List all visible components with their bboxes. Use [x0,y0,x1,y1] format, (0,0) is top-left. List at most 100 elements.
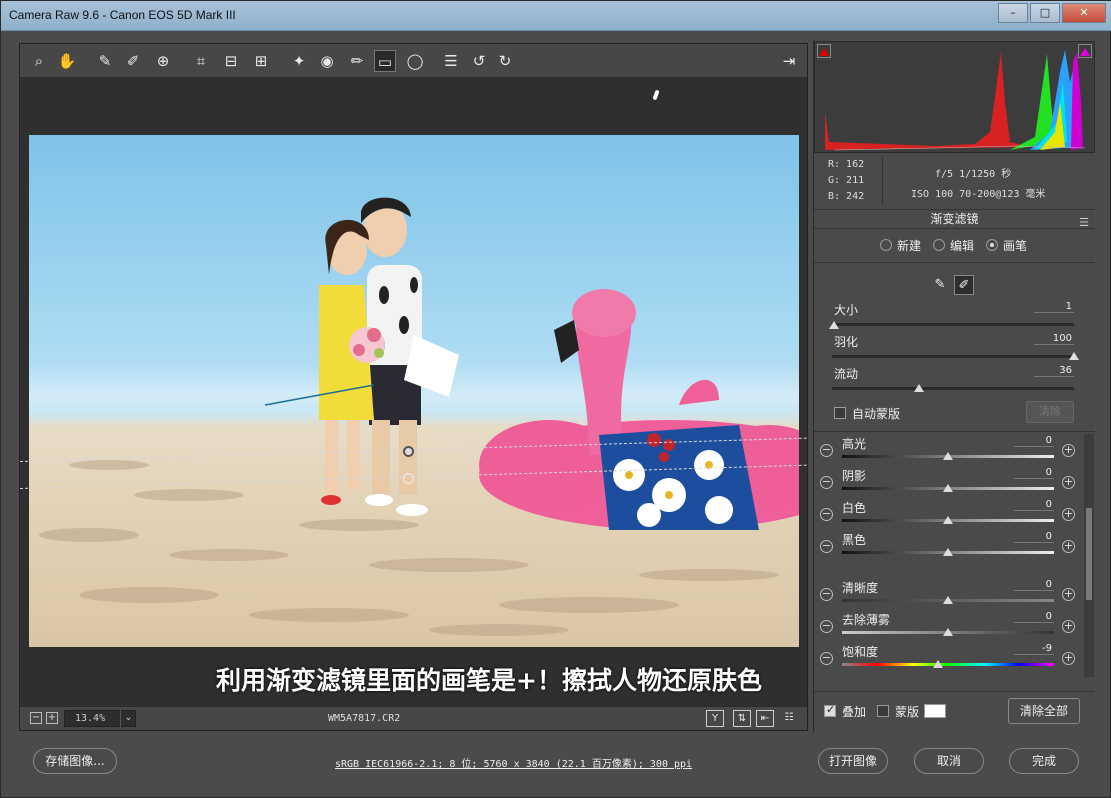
chevron-down-icon[interactable]: ⌄ [120,710,136,727]
tool-bar: ⌕ ✋ ✎ ✐ ⊕ ⌗ ⊟ ⊞ ✦ ◉ ✏ ▭ ◯ ☰ ↺ ↻ ⇥ [20,44,807,78]
whites-minus-icon[interactable]: − [820,508,833,521]
mode-new-label[interactable]: 新建 [897,237,921,254]
gradient-end-pin[interactable] [403,473,414,484]
highlights-value[interactable]: 0 [1014,435,1054,447]
view-settings-icon[interactable]: ☷ [780,710,798,727]
whites-plus-icon[interactable]: + [1062,508,1075,521]
whites-value[interactable]: 0 [1014,499,1054,511]
saturation-minus-icon[interactable]: − [820,652,833,665]
flamingo-float [479,289,799,530]
size-value[interactable]: 1 [1034,301,1074,313]
targeted-adjust-icon[interactable]: ⊕ [152,50,174,72]
flow-slider-track[interactable] [832,387,1074,390]
cancel-button[interactable]: 取消 [914,748,984,774]
dehaze-slider-thumb[interactable] [943,628,953,636]
rotate-right-icon[interactable]: ↻ [494,50,516,72]
shadows-plus-icon[interactable]: + [1062,476,1075,489]
clear-button[interactable]: 清除 [1026,401,1074,423]
saturation-value[interactable]: -9 [1014,643,1054,655]
rotate-left-icon[interactable]: ↺ [468,50,490,72]
size-slider-track[interactable] [832,323,1074,326]
clarity-minus-icon[interactable]: − [820,588,833,601]
couple [264,197,459,516]
dehaze-minus-icon[interactable]: − [820,620,833,633]
blacks-slider-thumb[interactable] [943,548,953,556]
shadows-slider-thumb[interactable] [943,484,953,492]
clarity-value[interactable]: 0 [1014,579,1054,591]
mode-brush-radio[interactable] [986,239,998,251]
spot-removal-icon[interactable]: ✦ [288,50,310,72]
clarity-slider-thumb[interactable] [943,596,953,604]
graduated-filter-icon[interactable]: ▭ [374,50,396,72]
mode-edit-radio[interactable] [933,239,945,251]
scrollbar-thumb[interactable] [1086,508,1092,600]
auto-mask-checkbox[interactable] [834,407,846,419]
exposure-info: f/5 1/1250 秒 [935,169,1012,180]
saturation-slider-track[interactable] [842,663,1054,666]
mask-checkbox[interactable] [877,705,889,717]
saturation-slider-thumb[interactable] [933,660,944,668]
save-image-button[interactable]: 存储图像... [33,748,117,774]
mode-brush-label[interactable]: 画笔 [1003,237,1027,254]
feather-value[interactable]: 100 [1034,333,1074,345]
mode-new-radio[interactable] [880,239,892,251]
blacks-minus-icon[interactable]: − [820,540,833,553]
panel-scrollbar[interactable] [1084,434,1094,677]
saturation-plus-icon[interactable]: + [1062,652,1075,665]
image-canvas[interactable]: 利用渐变滤镜里面的画笔是+！擦拭人物还原肤色 [20,78,807,706]
clear-all-button[interactable]: 清除全部 [1008,698,1080,724]
highlights-slider-thumb[interactable] [943,452,953,460]
adjustment-brush-icon[interactable]: ✏ [346,50,368,72]
feather-slider-track[interactable] [832,355,1074,358]
workflow-options-link[interactable]: sRGB IEC61966-2.1; 8 位; 5760 x 3840 (22.… [335,755,692,770]
white-balance-icon[interactable]: ✎ [94,50,116,72]
shadows-value[interactable]: 0 [1014,467,1054,479]
transform-icon[interactable]: ⊞ [250,50,272,72]
gradient-pin[interactable] [403,446,414,457]
flow-value[interactable]: 36 [1034,365,1074,377]
brush-add-icon[interactable]: ✎ [930,275,950,295]
red-value: R: 162 [828,159,865,170]
swap-icon[interactable]: ⇅ [733,710,751,727]
brush-erase-icon[interactable]: ✐ [954,275,974,295]
highlights-plus-icon[interactable]: + [1062,444,1075,457]
whites-slider-thumb[interactable] [943,516,953,524]
hand-icon[interactable]: ✋ [56,50,78,72]
maximize-icon[interactable]: □ [1030,3,1060,23]
straighten-icon[interactable]: ⊟ [220,50,242,72]
blacks-plus-icon[interactable]: + [1062,540,1075,553]
photo-preview[interactable] [29,135,799,647]
mask-color-swatch[interactable] [924,704,946,718]
window-title: Camera Raw 9.6 - Canon EOS 5D Mark III [9,8,236,22]
red-eye-icon[interactable]: ◉ [316,50,338,72]
radial-filter-icon[interactable]: ◯ [404,50,426,72]
preferences-icon[interactable]: ☰ [440,50,462,72]
size-slider-thumb[interactable] [829,321,840,329]
zoom-in-icon[interactable]: + [46,712,58,724]
feather-slider-thumb[interactable] [1069,352,1079,360]
shadows-minus-icon[interactable]: − [820,476,833,489]
right-panel: R: 162 G: 211 B: 242 f/5 1/1250 秒 ISO 10… [813,39,1095,733]
done-button[interactable]: 完成 [1009,748,1079,774]
crop-icon[interactable]: ⌗ [190,50,212,72]
zoom-value: 13.4% [75,713,106,724]
copy-settings-icon[interactable]: ⇤ [756,710,774,727]
dehaze-plus-icon[interactable]: + [1062,620,1075,633]
zoom-icon[interactable]: ⌕ [28,50,50,72]
blacks-value[interactable]: 0 [1014,531,1054,543]
minimize-icon[interactable]: – [998,3,1028,23]
mode-edit-label[interactable]: 编辑 [950,237,974,254]
close-icon[interactable]: ✕ [1062,3,1106,23]
before-after-icon[interactable]: Y [706,710,724,727]
clarity-plus-icon[interactable]: + [1062,588,1075,601]
dehaze-value[interactable]: 0 [1014,611,1054,623]
highlights-minus-icon[interactable]: − [820,444,833,457]
overlay-checkbox[interactable] [824,703,836,717]
flow-slider-thumb[interactable] [914,384,925,392]
open-image-button[interactable]: 打开图像 [818,748,888,774]
panel-menu-icon[interactable]: ☰ [1079,214,1089,232]
color-sampler-icon[interactable]: ✐ [122,50,144,72]
zoom-out-icon[interactable]: − [30,712,42,724]
fullscreen-icon[interactable]: ⇥ [778,50,800,72]
blue-value: B: 242 [828,191,865,202]
